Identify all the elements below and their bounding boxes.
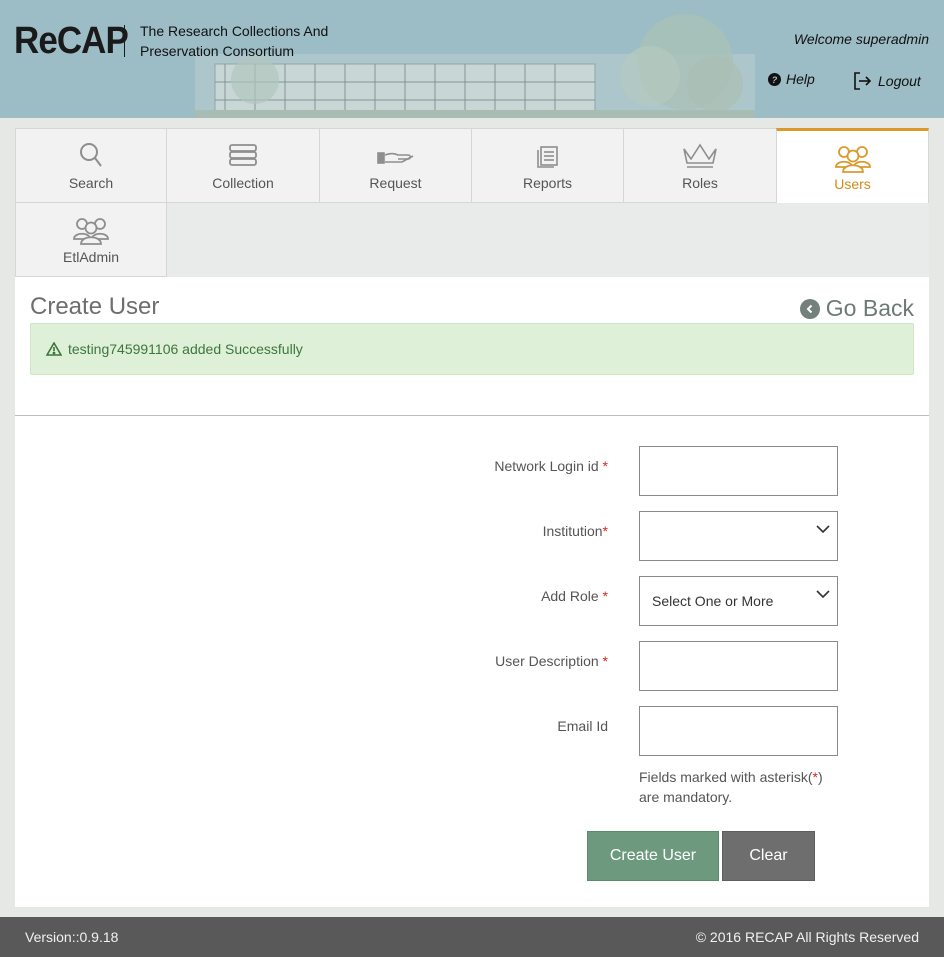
alert-message: testing745991106 added Successfully: [68, 341, 303, 357]
tab-label: Reports: [522, 175, 573, 191]
users-icon: [834, 146, 871, 173]
email-label: Email Id: [557, 718, 608, 734]
logout-icon: [854, 72, 872, 90]
tab-request[interactable]: Request: [319, 128, 472, 203]
users-icon: [73, 218, 109, 245]
go-back-link[interactable]: Go Back: [799, 295, 914, 322]
main-nav: Search Collection Request Reports Roles: [15, 128, 929, 277]
version-text: Version::0.9.18: [25, 929, 119, 945]
network-login-label: Network Login id *: [494, 458, 608, 474]
copyright-text: © 2016 RECAP All Rights Reserved: [695, 929, 919, 945]
header: ReCAP The Research Collections And Prese…: [0, 0, 944, 118]
logout-label: Logout: [878, 73, 921, 89]
success-alert: testing745991106 added Successfully: [30, 323, 914, 375]
user-description-input[interactable]: [640, 642, 837, 690]
help-label: Help: [786, 71, 815, 87]
network-login-input[interactable]: [640, 447, 837, 495]
mandatory-hint: Fields marked with asterisk(*) are manda…: [639, 769, 823, 805]
footer: Version::0.9.18 © 2016 RECAP All Rights …: [0, 917, 944, 957]
books-icon: [229, 144, 257, 166]
crown-icon: [683, 143, 717, 168]
logout-link[interactable]: Logout: [852, 71, 921, 91]
tab-search[interactable]: Search: [15, 128, 167, 203]
tab-etladmin[interactable]: EtlAdmin: [15, 202, 167, 277]
content-panel: Create User Go Back testing745991106 add…: [15, 277, 929, 907]
add-role-value: Select One or More: [652, 593, 774, 609]
tab-label: Search: [68, 175, 114, 191]
tab-label: Roles: [682, 175, 718, 191]
recap-logo: ReCAP: [14, 20, 129, 62]
welcome-text: Welcome superadmin: [793, 31, 929, 47]
institution-select[interactable]: [639, 511, 838, 561]
tab-collection[interactable]: Collection: [166, 128, 320, 203]
tab-reports[interactable]: Reports: [471, 128, 624, 203]
create-user-button[interactable]: Create User: [587, 831, 719, 881]
consortium-name: The Research Collections And Preservatio…: [140, 23, 329, 59]
question-circle-icon: ?: [768, 72, 781, 86]
required-asterisk: *: [602, 523, 608, 539]
help-link[interactable]: ? Help: [768, 71, 815, 87]
add-role-select[interactable]: Select One or More: [639, 576, 838, 626]
chevron-down-icon: [816, 590, 830, 599]
tab-users[interactable]: Users: [776, 128, 929, 203]
svg-text:?: ?: [772, 75, 778, 85]
search-icon: [80, 143, 102, 167]
go-back-label: Go Back: [825, 295, 914, 321]
tab-roles[interactable]: Roles: [623, 128, 777, 203]
clear-button[interactable]: Clear: [722, 831, 815, 881]
chevron-down-icon: [816, 525, 830, 534]
tab-label: Users: [834, 176, 871, 192]
logo-divider: [124, 25, 125, 57]
user-description-label: User Description *: [495, 653, 608, 669]
network-login-field[interactable]: [639, 446, 838, 496]
user-description-field[interactable]: [639, 641, 838, 691]
required-asterisk: *: [602, 458, 608, 474]
email-input[interactable]: [640, 707, 837, 755]
email-field[interactable]: [639, 706, 838, 756]
required-asterisk: *: [602, 653, 608, 669]
page-title: Create User: [30, 293, 160, 320]
chevron-left-icon: [799, 298, 820, 319]
required-asterisk: *: [602, 588, 608, 604]
institution-label: Institution*: [542, 523, 608, 539]
section-divider: [15, 415, 929, 416]
tab-label: EtlAdmin: [62, 249, 120, 265]
tab-label: Collection: [212, 175, 274, 191]
hand-book-icon: [376, 152, 413, 164]
warning-triangle-icon: [46, 342, 62, 356]
tab-label: Request: [369, 175, 422, 191]
add-role-label: Add Role *: [541, 588, 608, 604]
report-icon: [536, 146, 558, 168]
